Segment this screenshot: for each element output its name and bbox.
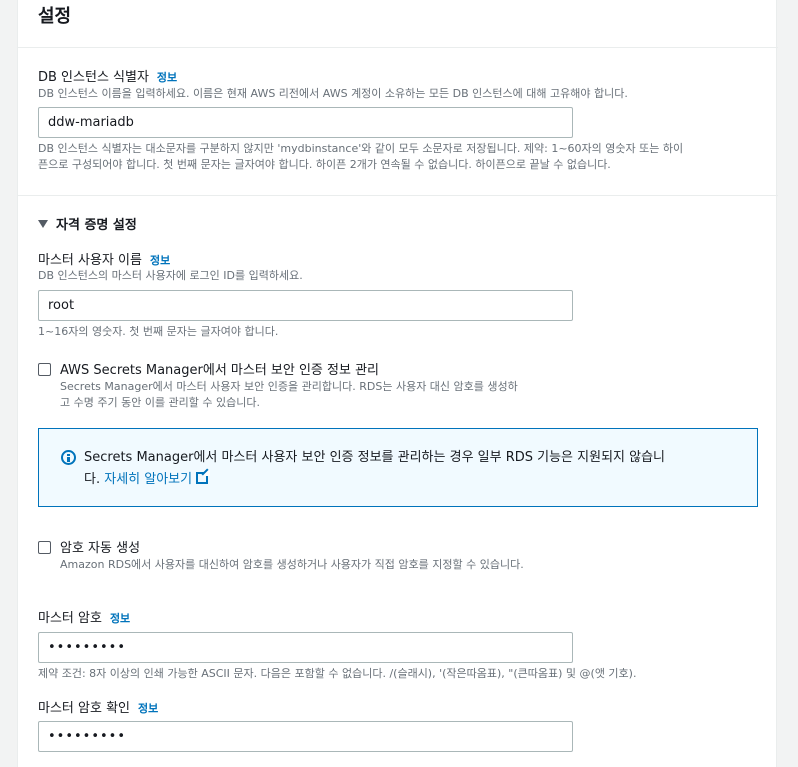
secrets-manager-checkbox[interactable] <box>38 363 51 376</box>
alert-text-line2: 다. 자세히 알아보기 <box>84 468 724 491</box>
master-username-field: 마스터 사용자 이름 정보 <box>38 249 170 268</box>
section-divider <box>18 195 778 196</box>
secrets-manager-info-alert: Secrets Manager에서 마스터 사용자 보안 인증 정보를 관리하는… <box>38 428 758 507</box>
credentials-section-toggle[interactable]: 자격 증명 설정 <box>38 214 137 233</box>
info-circle-icon <box>61 450 76 465</box>
learn-more-link[interactable]: 자세히 알아보기 <box>104 468 211 487</box>
auto-password-label[interactable]: 암호 자동 생성 <box>60 537 140 556</box>
panel-header: 설정 <box>18 0 778 48</box>
master-username-constraint: 1~16자의 영숫자. 첫 번째 문자는 글자여야 합니다. <box>38 325 279 338</box>
confirm-password-input[interactable]: ••••••••• <box>38 721 573 752</box>
master-password-constraint: 제약 조건: 8자 이상의 인쇄 가능한 ASCII 문자. 다음은 포함할 수… <box>38 667 637 680</box>
secrets-manager-description-line2: 고 수명 주기 동안 이를 관리할 수 있습니다. <box>60 396 261 409</box>
master-password-input[interactable]: ••••••••• <box>38 632 573 663</box>
external-link-icon <box>196 468 211 484</box>
db-identifier-constraint-line1: DB 인스턴스 식별자는 대소문자를 구분하지 않지만 'mydbinstanc… <box>38 142 684 155</box>
master-username-info-link[interactable]: 정보 <box>150 254 170 267</box>
db-identifier-constraint-line2: 픈으로 구성되어야 합니다. 첫 번째 문자는 글자여야 합니다. 하이픈 2개… <box>38 158 611 171</box>
external-link-arrow <box>201 468 209 476</box>
alert-text-line2-prefix: 다. <box>84 472 101 487</box>
panel-title: 설정 <box>38 6 72 27</box>
db-identifier-input[interactable]: ddw-mariadb <box>38 107 573 138</box>
master-password-field: 마스터 암호 정보 <box>38 607 130 626</box>
db-identifier-info-link[interactable]: 정보 <box>157 71 177 84</box>
confirm-password-info-link[interactable]: 정보 <box>138 702 158 715</box>
settings-panel: 설정 DB 인스턴스 식별자 정보 DB 인스턴스 이름을 입력하세요. 이름은 … <box>17 0 778 767</box>
auto-password-checkbox[interactable] <box>38 541 51 554</box>
alert-text-line1: Secrets Manager에서 마스터 사용자 보안 인증 정보를 관리하는… <box>84 450 666 465</box>
master-password-info-link[interactable]: 정보 <box>110 612 130 625</box>
db-identifier-description: DB 인스턴스 이름을 입력하세요. 이름은 현재 AWS 리전에서 AWS 계… <box>38 87 628 100</box>
master-username-label: 마스터 사용자 이름 <box>38 253 142 268</box>
caret-down-icon <box>38 220 48 228</box>
learn-more-link-label: 자세히 알아보기 <box>104 472 193 487</box>
alert-text: Secrets Manager에서 마스터 사용자 보안 인증 정보를 관리하는… <box>84 447 724 491</box>
db-identifier-label: DB 인스턴스 식별자 <box>38 70 149 85</box>
master-password-label: 마스터 암호 <box>38 611 102 626</box>
confirm-password-field: 마스터 암호 확인 정보 <box>38 697 158 716</box>
credentials-section-title: 자격 증명 설정 <box>56 218 137 233</box>
secrets-manager-description-line1: Secrets Manager에서 마스터 사용자 보안 인증을 관리합니다. … <box>60 380 518 393</box>
master-username-description: DB 인스턴스의 마스터 사용자에 로그인 ID를 입력하세요. <box>38 269 303 282</box>
secrets-manager-label[interactable]: AWS Secrets Manager에서 마스터 보안 인증 정보 관리 <box>60 359 379 378</box>
auto-password-description: Amazon RDS에서 사용자를 대신하여 암호를 생성하거나 사용자가 직접… <box>60 558 524 571</box>
db-identifier-field: DB 인스턴스 식별자 정보 <box>38 66 177 85</box>
master-username-input[interactable]: root <box>38 290 573 321</box>
confirm-password-label: 마스터 암호 확인 <box>38 701 130 716</box>
